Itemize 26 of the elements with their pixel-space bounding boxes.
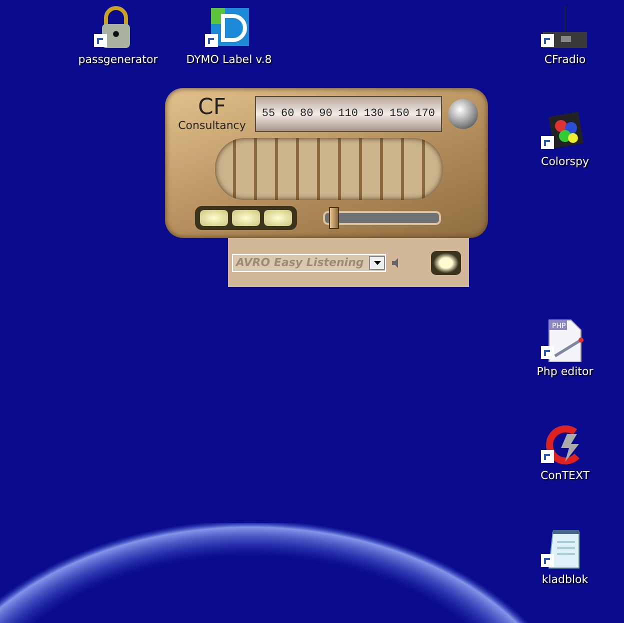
preset-button[interactable] (264, 210, 292, 226)
icon-label[interactable]: passgenerator (78, 53, 158, 66)
radio-icon (541, 6, 589, 50)
icon-label[interactable]: Colorspy (541, 155, 589, 168)
dial-number: 130 (364, 108, 384, 120)
icon-label[interactable]: CFradio (544, 53, 586, 66)
icon-label[interactable]: kladblok (542, 573, 588, 586)
dial-number: 60 (280, 108, 294, 120)
slider-thumb[interactable] (328, 207, 339, 229)
dial-number: 110 (338, 108, 358, 120)
dial-number: 80 (300, 108, 314, 120)
caret-icon (374, 260, 380, 264)
logo-text: CF (198, 96, 226, 118)
icon-label[interactable]: DYMO Label v.8 (186, 53, 272, 66)
dial-number: 170 (415, 108, 435, 120)
dropdown-button[interactable] (369, 256, 385, 270)
preset-button[interactable] (232, 210, 260, 226)
dial-number: 90 (319, 108, 332, 120)
icon-label[interactable]: ConTEXT (540, 469, 590, 482)
dial-number: 55 (262, 108, 276, 120)
preset-button[interactable] (200, 210, 228, 226)
tuning-knob[interactable] (448, 99, 478, 129)
icon-label[interactable]: Php editor (536, 365, 594, 378)
power-button[interactable] (431, 250, 461, 274)
dial-number: 150 (390, 108, 410, 120)
brand-text: Consultancy (178, 118, 246, 132)
